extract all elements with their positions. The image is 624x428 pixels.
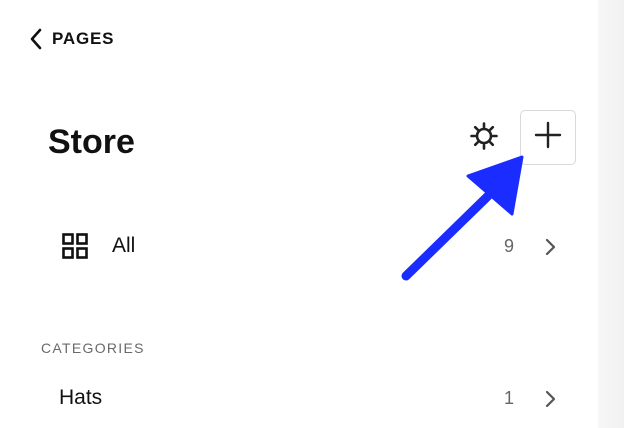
all-row-label: All: [112, 234, 136, 257]
categories-heading: CATEGORIES: [41, 340, 145, 356]
plus-icon: [534, 121, 562, 154]
page-title: Store: [48, 123, 135, 161]
settings-button[interactable]: [464, 118, 504, 158]
back-to-pages-link[interactable]: PAGES: [28, 24, 114, 54]
category-row-label: Hats: [59, 386, 103, 409]
all-row-count: 9: [503, 236, 514, 256]
chevron-right-icon: [544, 238, 556, 256]
grid-icon: [62, 233, 88, 259]
back-link-label: PAGES: [52, 29, 115, 48]
category-row-count: 1: [503, 388, 514, 408]
add-page-button[interactable]: [520, 110, 576, 165]
chevron-right-icon: [544, 390, 556, 408]
gear-icon: [469, 121, 499, 156]
pages-panel: PAGES Store All 9 CATEGORIES Hats 1: [0, 0, 598, 428]
adjacent-panel-edge: [598, 0, 624, 428]
category-row-hats[interactable]: Hats 1: [40, 376, 580, 420]
all-products-row[interactable]: All 9: [40, 224, 580, 268]
chevron-left-icon: [28, 27, 44, 51]
